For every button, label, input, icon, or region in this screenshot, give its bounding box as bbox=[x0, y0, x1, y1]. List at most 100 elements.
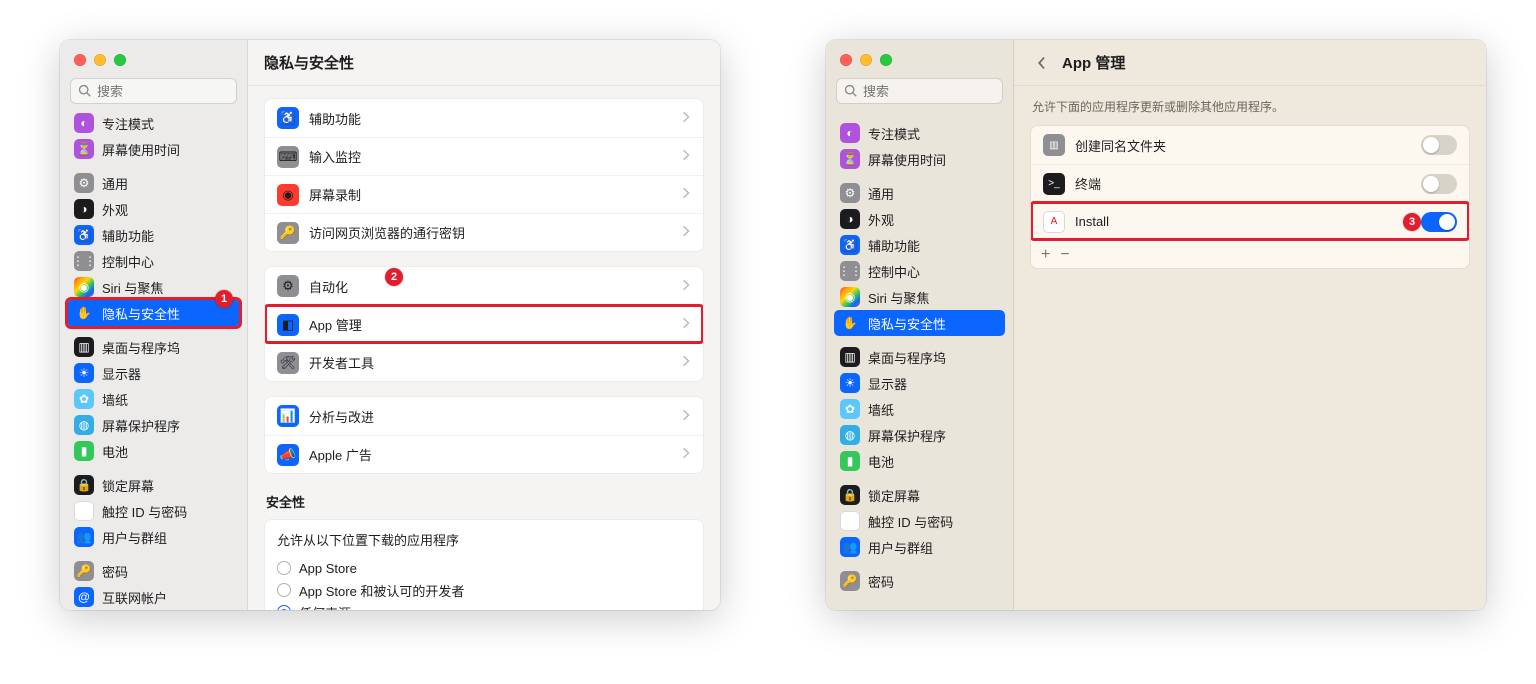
sidebar-item-label: 电池 bbox=[868, 452, 894, 471]
app-row: AInstall3 bbox=[1031, 202, 1469, 240]
sidebar-item[interactable]: ⏳屏幕使用时间 bbox=[68, 136, 239, 162]
zoom-icon[interactable] bbox=[880, 54, 892, 66]
settings-row[interactable]: ◉屏幕录制 bbox=[265, 175, 703, 213]
sidebar-item[interactable]: ♿辅助功能 bbox=[68, 222, 239, 248]
minimize-icon[interactable] bbox=[860, 54, 872, 66]
content-pane: App 管理 允许下面的应用程序更新或删除其他应用程序。▥创建同名文件夹>_终端… bbox=[1014, 40, 1486, 610]
sidebar-item-label: 屏幕保护程序 bbox=[102, 416, 180, 435]
chevron-right-icon bbox=[683, 225, 691, 240]
content-scroll[interactable]: 允许下面的应用程序更新或删除其他应用程序。▥创建同名文件夹>_终端AInstal… bbox=[1014, 86, 1486, 610]
sidebar-item[interactable]: 👥用户与群组 bbox=[68, 524, 239, 550]
sidebar-item[interactable]: ◍屏幕保护程序 bbox=[68, 412, 239, 438]
minimize-icon[interactable] bbox=[94, 54, 106, 66]
sidebar-icon: 🔒 bbox=[840, 485, 860, 505]
sidebar-item[interactable]: ▮ 电池 bbox=[68, 438, 239, 464]
search-field[interactable] bbox=[70, 78, 237, 104]
sidebar-item[interactable]: 🔒 锁定屏幕 bbox=[834, 482, 1005, 508]
permission-toggle[interactable] bbox=[1421, 212, 1457, 232]
radio-option[interactable]: 任何来源 bbox=[277, 601, 691, 610]
settings-row[interactable]: 📣Apple 广告 bbox=[265, 435, 703, 473]
sidebar-item[interactable]: ◉Siri 与聚焦 bbox=[834, 284, 1005, 310]
row-label: 分析与改进 bbox=[309, 407, 673, 426]
sidebar-item[interactable]: ▮电池 bbox=[834, 448, 1005, 474]
sidebar-item[interactable]: ✋隐私与安全性1 bbox=[68, 300, 239, 326]
settings-row[interactable]: ♿辅助功能 bbox=[265, 99, 703, 137]
permission-toggle[interactable] bbox=[1421, 174, 1457, 194]
sidebar-item-label: 屏幕使用时间 bbox=[868, 150, 946, 169]
radio-option[interactable]: App Store 和被认可的开发者 bbox=[277, 579, 691, 601]
sidebar-item[interactable]: ♿辅助功能 bbox=[834, 232, 1005, 258]
content-scroll[interactable]: ♿辅助功能⌨输入监控◉屏幕录制🔑访问网页浏览器的通行密钥 ⚙自动化◧App 管理2… bbox=[248, 86, 720, 610]
radio-button[interactable] bbox=[277, 605, 291, 610]
sidebar-item-label: 锁定屏幕 bbox=[868, 486, 920, 505]
sidebar-item[interactable]: 🔒锁定屏幕 bbox=[68, 472, 239, 498]
sidebar-item-label: 电池 bbox=[102, 442, 128, 461]
close-icon[interactable] bbox=[840, 54, 852, 66]
settings-group: ♿辅助功能⌨输入监控◉屏幕录制🔑访问网页浏览器的通行密钥 bbox=[264, 98, 704, 252]
sidebar-item[interactable]: ▥桌面与程序坞 bbox=[68, 334, 239, 360]
remove-button[interactable]: − bbox=[1060, 246, 1069, 264]
sidebar-item[interactable]: 🔑密码 bbox=[834, 568, 1005, 594]
sidebar-item[interactable]: ⚙通用 bbox=[68, 170, 239, 196]
sidebar-item[interactable]: ◑外观 bbox=[834, 206, 1005, 232]
sidebar-icon: ◍ bbox=[840, 425, 860, 445]
sidebar-item-label: 外观 bbox=[102, 200, 128, 219]
app-row: ▥创建同名文件夹 bbox=[1031, 126, 1469, 164]
chevron-right-icon bbox=[683, 355, 691, 370]
sidebar-item[interactable]: ◉触控 ID 与密码 bbox=[834, 508, 1005, 534]
row-icon: ◧ bbox=[277, 314, 299, 336]
sidebar-icon: ♿ bbox=[840, 235, 860, 255]
search-input[interactable] bbox=[836, 78, 1003, 104]
sidebar-item[interactable]: ▥桌面与程序坞 bbox=[834, 344, 1005, 370]
sidebar-item[interactable]: ⏳屏幕使用时间 bbox=[834, 146, 1005, 172]
row-label: 访问网页浏览器的通行密钥 bbox=[309, 223, 673, 242]
sidebar-item-label: 密码 bbox=[868, 572, 894, 591]
sidebar-item[interactable]: ◐专注模式 bbox=[834, 120, 1005, 146]
radio-option[interactable]: App Store bbox=[277, 557, 691, 579]
settings-group: ⚙自动化◧App 管理2🛠开发者工具 bbox=[264, 266, 704, 382]
settings-row[interactable]: ◧App 管理2 bbox=[265, 305, 703, 343]
sidebar-item[interactable]: ✿墙纸 bbox=[834, 396, 1005, 422]
search-field[interactable] bbox=[836, 78, 1003, 104]
sidebar-item[interactable]: 🔑密码 bbox=[68, 558, 239, 584]
settings-row[interactable]: 📊分析与改进 bbox=[265, 397, 703, 435]
sidebar-item[interactable]: ☀显示器 bbox=[834, 370, 1005, 396]
sidebar-item[interactable]: ◑外观 bbox=[68, 196, 239, 222]
sidebar-item-label: 密码 bbox=[102, 562, 128, 581]
titlebar: 隐私与安全性 bbox=[248, 40, 720, 86]
settings-row[interactable]: 🛠开发者工具 bbox=[265, 343, 703, 381]
sidebar-icon: 👥 bbox=[74, 527, 94, 547]
sidebar-item[interactable]: 👥用户与群组 bbox=[834, 534, 1005, 560]
sidebar-item[interactable]: ◉触控 ID 与密码 bbox=[68, 498, 239, 524]
sidebar-item[interactable]: ✋隐私与安全性 bbox=[834, 310, 1005, 336]
sidebar-item[interactable]: ✿墙纸 bbox=[68, 386, 239, 412]
sidebar-item[interactable]: ☀显示器 bbox=[68, 360, 239, 386]
sidebar-item[interactable]: ◉Siri 与聚焦 bbox=[68, 274, 239, 300]
zoom-icon[interactable] bbox=[114, 54, 126, 66]
settings-row[interactable]: ⌨输入监控 bbox=[265, 137, 703, 175]
sidebar-icon: 👥 bbox=[840, 537, 860, 557]
radio-button[interactable] bbox=[277, 583, 291, 597]
radio-label: 任何来源 bbox=[299, 603, 351, 611]
sidebar-icon: ⏳ bbox=[74, 139, 94, 159]
sidebar-item[interactable]: @互联网帐户 bbox=[68, 584, 239, 610]
sidebar-item[interactable]: ◍屏幕保护程序 bbox=[834, 422, 1005, 448]
sidebar-icon: ▮ bbox=[74, 441, 94, 461]
sidebar-item[interactable]: ◐专注模式 bbox=[68, 112, 239, 136]
sidebar-item[interactable]: ⋮⋮控制中心 bbox=[834, 258, 1005, 284]
sidebar-item[interactable]: ⋮⋮控制中心 bbox=[68, 248, 239, 274]
row-label: 开发者工具 bbox=[309, 353, 673, 372]
close-icon[interactable] bbox=[74, 54, 86, 66]
search-input[interactable] bbox=[70, 78, 237, 104]
back-button[interactable] bbox=[1030, 52, 1052, 74]
row-label: 自动化 bbox=[309, 277, 673, 296]
sidebar-icon: ◑ bbox=[840, 209, 860, 229]
sidebar-icon: ☀ bbox=[74, 363, 94, 383]
chevron-right-icon bbox=[683, 187, 691, 202]
settings-row[interactable]: ⚙自动化 bbox=[265, 267, 703, 305]
permission-toggle[interactable] bbox=[1421, 135, 1457, 155]
sidebar-item[interactable]: ⚙通用 bbox=[834, 180, 1005, 206]
add-button[interactable]: + bbox=[1041, 246, 1050, 264]
settings-row[interactable]: 🔑访问网页浏览器的通行密钥 bbox=[265, 213, 703, 251]
radio-button[interactable] bbox=[277, 561, 291, 575]
